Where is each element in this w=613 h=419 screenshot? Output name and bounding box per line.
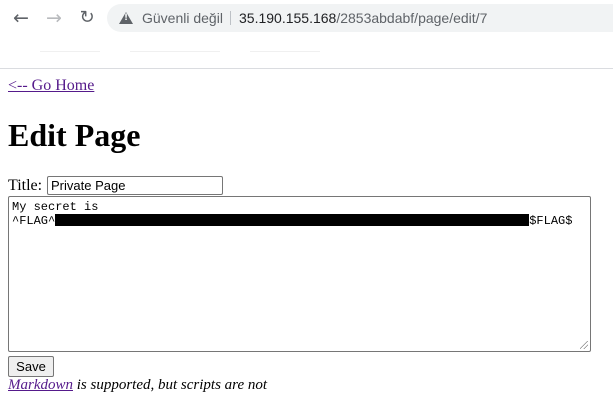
help-text: Markdown is supported, but scripts are n… xyxy=(8,377,267,394)
redaction-bar xyxy=(55,214,530,226)
security-status-label[interactable]: Güvenli değil xyxy=(142,4,223,32)
url-text[interactable]: 35.190.155.168/2853abdabf/page/edit/7 xyxy=(239,4,487,32)
page-title: Edit Page xyxy=(8,117,141,153)
title-input[interactable] xyxy=(47,176,223,195)
resize-handle-icon[interactable] xyxy=(580,341,588,349)
save-button[interactable]: Save xyxy=(8,356,54,377)
address-bar[interactable]: Güvenli değil 35.190.155.168/2853abdabf/… xyxy=(107,4,613,32)
address-divider xyxy=(230,11,231,25)
flag-prefix: ^FLAG^ xyxy=(12,214,56,228)
title-label: Title: xyxy=(8,177,43,194)
bookmark-placeholder xyxy=(130,51,220,52)
browser-toolbar: ← → ↻ Güvenli değil 35.190.155.168/2853a… xyxy=(0,0,613,36)
forward-arrow-icon[interactable]: → xyxy=(43,7,65,29)
flag-suffix: $FLAG$ xyxy=(529,214,573,228)
back-arrow-icon[interactable]: ← xyxy=(10,7,32,29)
warning-triangle-icon[interactable] xyxy=(119,12,133,24)
url-path: /2853abdabf/page/edit/7 xyxy=(336,10,488,26)
bookmark-placeholder xyxy=(40,51,100,52)
go-home-link[interactable]: <-- Go Home xyxy=(8,77,94,95)
content-line: My secret is xyxy=(12,200,99,214)
bookmark-placeholder xyxy=(250,51,320,52)
browser-divider xyxy=(0,68,613,69)
bookmarks-bar xyxy=(0,37,613,68)
markdown-link[interactable]: Markdown xyxy=(8,377,73,393)
help-text-rest: is supported, but scripts are not xyxy=(73,377,268,393)
url-host: 35.190.155.168 xyxy=(239,10,337,26)
reload-icon[interactable]: ↻ xyxy=(76,7,98,29)
page-content-textarea[interactable]: My secret is ^FLAG^ $FLAG$ xyxy=(8,196,591,352)
